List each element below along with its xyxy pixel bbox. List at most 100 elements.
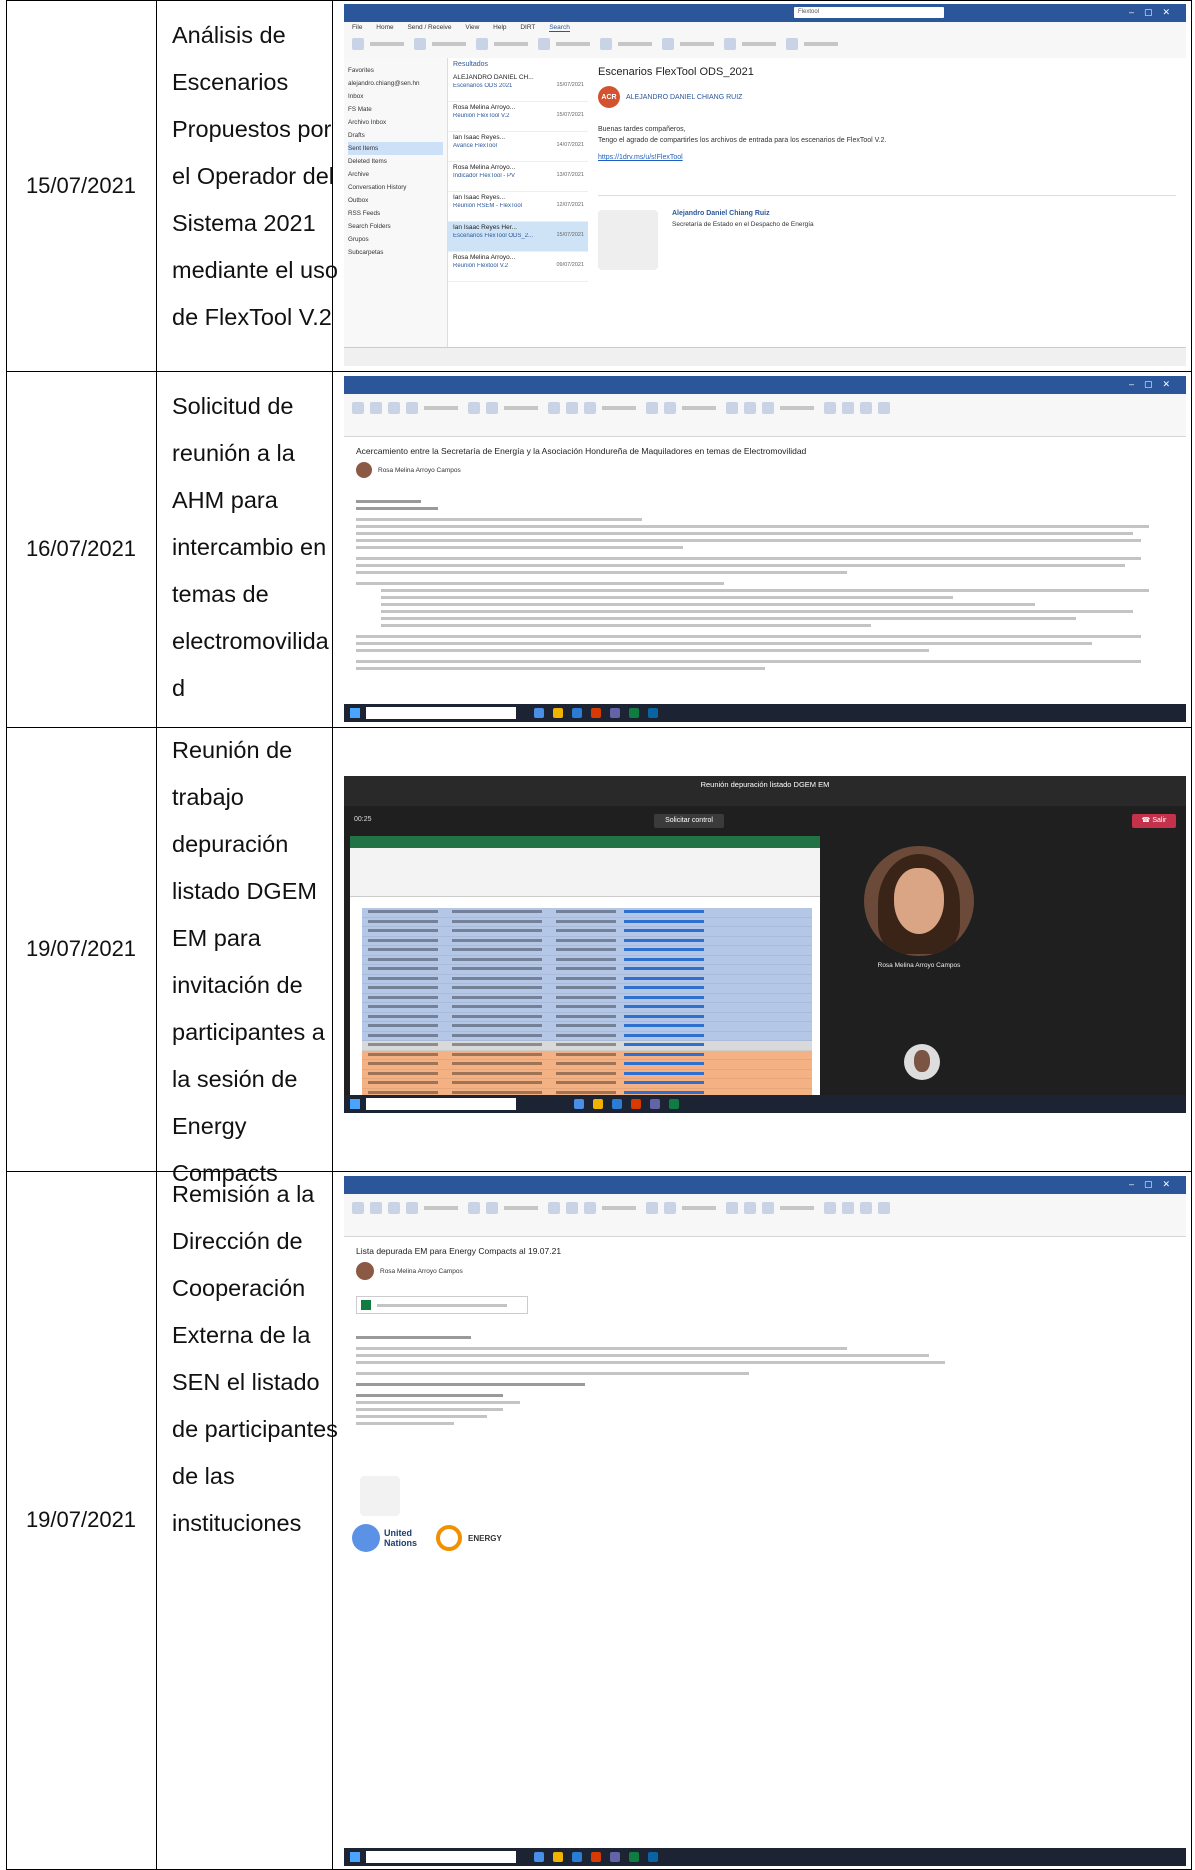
request-control-button[interactable]: Solicitar control [654,814,724,828]
desc-line: Propuestos por [172,116,332,142]
sender-name: ALEJANDRO DANIEL CHIANG RUIZ [626,93,743,101]
taskbar-search[interactable] [366,1851,516,1863]
desc-line: de las [172,1463,235,1489]
spreadsheet-row [362,974,812,984]
folder-item[interactable]: Drafts [348,129,443,142]
attachment-chip[interactable] [356,1296,528,1314]
desc-line: SEN el listado [172,1369,320,1395]
signature-name: Alejandro Daniel Chiang Ruiz [672,210,770,217]
tab-search[interactable]: Search [549,24,570,32]
message-item[interactable]: Ian Isaac Reyes... Avance FlexTool 14/07/2… [448,132,588,162]
desc-line: de participantes [172,1416,338,1442]
folder-item[interactable]: Outbox [348,194,443,207]
un-logo-text: United Nations [384,1528,418,1548]
spreadsheet-row [362,1079,812,1089]
desc-line: Remisión a la [172,1181,315,1207]
window-controls[interactable]: –▢✕ [1129,379,1180,390]
row-date: 19/07/2021 [6,727,156,1171]
message-item[interactable]: Ian Isaac Reyes... Reunión RSEM - FlexToo… [448,192,588,222]
message-item-selected[interactable]: Ian Isaac Reyes Her... Escenarios FlexToo… [448,222,588,252]
search-box[interactable]: Flextool [794,7,944,18]
folder-item[interactable]: Archive [348,168,443,181]
ribbon [344,394,1186,437]
sen-logo-icon [360,1476,400,1516]
sender-avatar: ACR [598,86,620,108]
taskbar-apps [534,708,667,720]
leave-button[interactable]: ☎ Salir [1132,814,1176,828]
desc-line: instituciones [172,1510,302,1536]
taskbar-apps [574,1099,688,1111]
tab[interactable]: Help [493,24,506,31]
taskbar-search[interactable] [366,707,516,719]
folder-item[interactable]: Deleted Items [348,155,443,168]
desc-line: el Operador del [172,163,334,189]
folder-pane: Favorites alejandro.chiang@sen.hn Inbox … [344,58,448,348]
tab[interactable]: Send / Receive [407,24,451,31]
spreadsheet-row [362,908,812,918]
desc-line: reunión a la [172,440,295,466]
meeting-title-bar: Reunión depuración listado DGEM EM [344,776,1186,806]
list-heading: Resultados [453,61,489,68]
row-description: Remisión a la Dirección de Cooperación E… [156,1171,338,1869]
spreadsheet-row [362,1041,812,1051]
spreadsheet-row [362,936,812,946]
title-bar: –▢✕ [344,1176,1186,1194]
window-controls[interactable]: –▢✕ [1129,7,1180,18]
spreadsheet-row [362,1050,812,1060]
taskbar [344,704,1186,722]
windows-start-icon[interactable] [350,708,360,718]
message-item[interactable]: ALEJANDRO DANIEL CH... Escenarios ODS 202… [448,72,588,102]
tab[interactable]: Home [376,24,393,31]
folder-item[interactable]: RSS Feeds [348,207,443,220]
tab[interactable]: File [352,24,362,31]
ribbon: File Home Send / Receive View Help DIRT … [344,22,1186,59]
desc-line: Energy [172,1113,247,1139]
footer-logos: United Nations ENERGY [352,1524,502,1552]
desc-line: d [172,675,186,701]
desc-line: Dirección de [172,1228,303,1254]
message-item[interactable]: Rosa Melina Arroyo... Reunión FlexTool V.… [448,102,588,132]
un-emblem-icon [352,1524,380,1552]
window-controls[interactable]: –▢✕ [1129,1179,1180,1190]
desc-line: listado DGEM [172,878,317,904]
message-body [356,496,1174,674]
taskbar-search[interactable] [366,1098,516,1110]
row-date: 19/07/2021 [6,1171,156,1869]
folder-item[interactable]: Archivo Inbox [348,116,443,129]
spreadsheet-row [362,955,812,965]
spreadsheet-grid [362,908,812,1113]
tab[interactable]: DIRT [520,24,535,31]
spreadsheet-row [362,1031,812,1041]
folder-item[interactable]: Conversation History [348,181,443,194]
energy-ring-icon [436,1525,462,1551]
desc-line: Escenarios [172,69,289,95]
spreadsheet-row [362,984,812,994]
message-item[interactable]: Rosa Melina Arroyo... Reunión Flextool V.… [448,252,588,282]
desc-line: participantes a [172,1019,325,1045]
folder-item[interactable]: Search Folders [348,220,443,233]
windows-start-icon[interactable] [350,1852,360,1862]
meeting-title: Reunión depuración listado DGEM EM [700,780,830,789]
teams-meeting-screenshot: Reunión depuración listado DGEM EM 00:25… [344,776,1186,1113]
folder-item[interactable]: Inbox [348,90,443,103]
tab[interactable]: View [465,24,479,31]
desc-line: temas de [172,581,269,607]
row-date: 16/07/2021 [6,371,156,727]
folder-item[interactable]: Grupos [348,233,443,246]
message-link[interactable]: https://1drv.ms/u/s!FlexTool [598,154,1176,161]
windows-start-icon[interactable] [350,1099,360,1109]
desc-line: EM para [172,925,261,951]
taskbar-apps [534,1852,667,1864]
table-border-right [1191,0,1192,1870]
folder-item[interactable]: Subcarpetas [348,246,443,259]
folder-item[interactable]: Favorites [348,64,443,77]
folder-item[interactable]: FS Mate [348,103,443,116]
desc-line: depuración [172,831,289,857]
message-body: Tengo el agrado de compartirles los arch… [598,137,887,144]
spreadsheet-row [362,946,812,956]
ribbon [344,1194,1186,1237]
folder-item[interactable]: Sent Items [348,142,443,155]
row-date: 15/07/2021 [6,0,156,371]
message-item[interactable]: Rosa Melina Arroyo... Indicador FlexTool … [448,162,588,192]
folder-item[interactable]: alejandro.chiang@sen.hn [348,77,443,90]
